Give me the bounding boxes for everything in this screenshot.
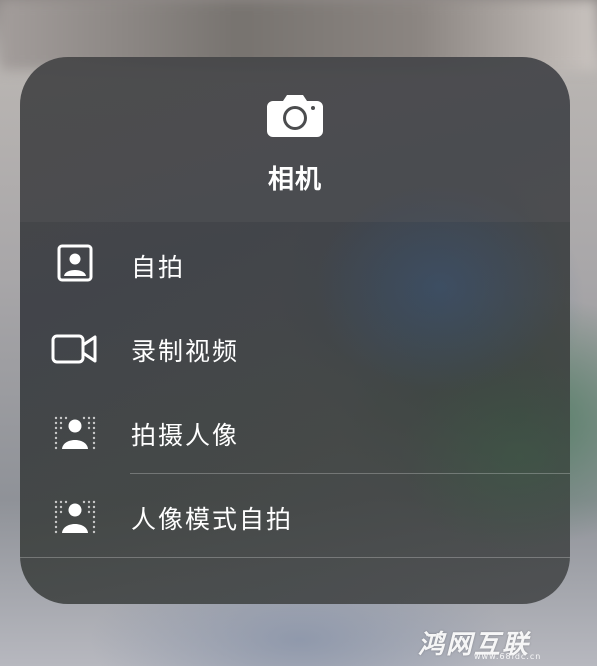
portrait-selfie-icon	[54, 500, 96, 534]
watermark-logo: 鸿网互联 www.68idc.cn	[404, 624, 594, 662]
portrait-mode-icon	[54, 416, 96, 450]
action-label: 自拍	[131, 253, 186, 282]
video-camera-icon	[51, 334, 97, 364]
action-portrait-selfie[interactable]: 人像模式自拍	[20, 474, 570, 558]
action-portrait[interactable]: 拍摄人像	[20, 390, 570, 474]
action-selfie[interactable]: 自拍	[20, 222, 570, 306]
action-label: 拍摄人像	[131, 421, 240, 450]
watermark-url: www.68idc.cn	[474, 652, 542, 661]
selfie-portrait-icon	[57, 244, 93, 282]
app-title: 相机	[267, 165, 322, 195]
camera-icon	[267, 95, 323, 137]
action-record-video[interactable]: 录制视频	[20, 306, 570, 390]
menu-header: 相机	[20, 57, 570, 222]
action-list: 自拍 录制视频 拍摄人像 人像模式自拍	[20, 222, 570, 558]
action-label: 录制视频	[131, 337, 240, 366]
quick-actions-menu: 相机 自拍 录制视频 拍摄人像 人像模式自拍	[20, 57, 570, 604]
action-label: 人像模式自拍	[131, 505, 294, 534]
divider	[20, 557, 570, 558]
